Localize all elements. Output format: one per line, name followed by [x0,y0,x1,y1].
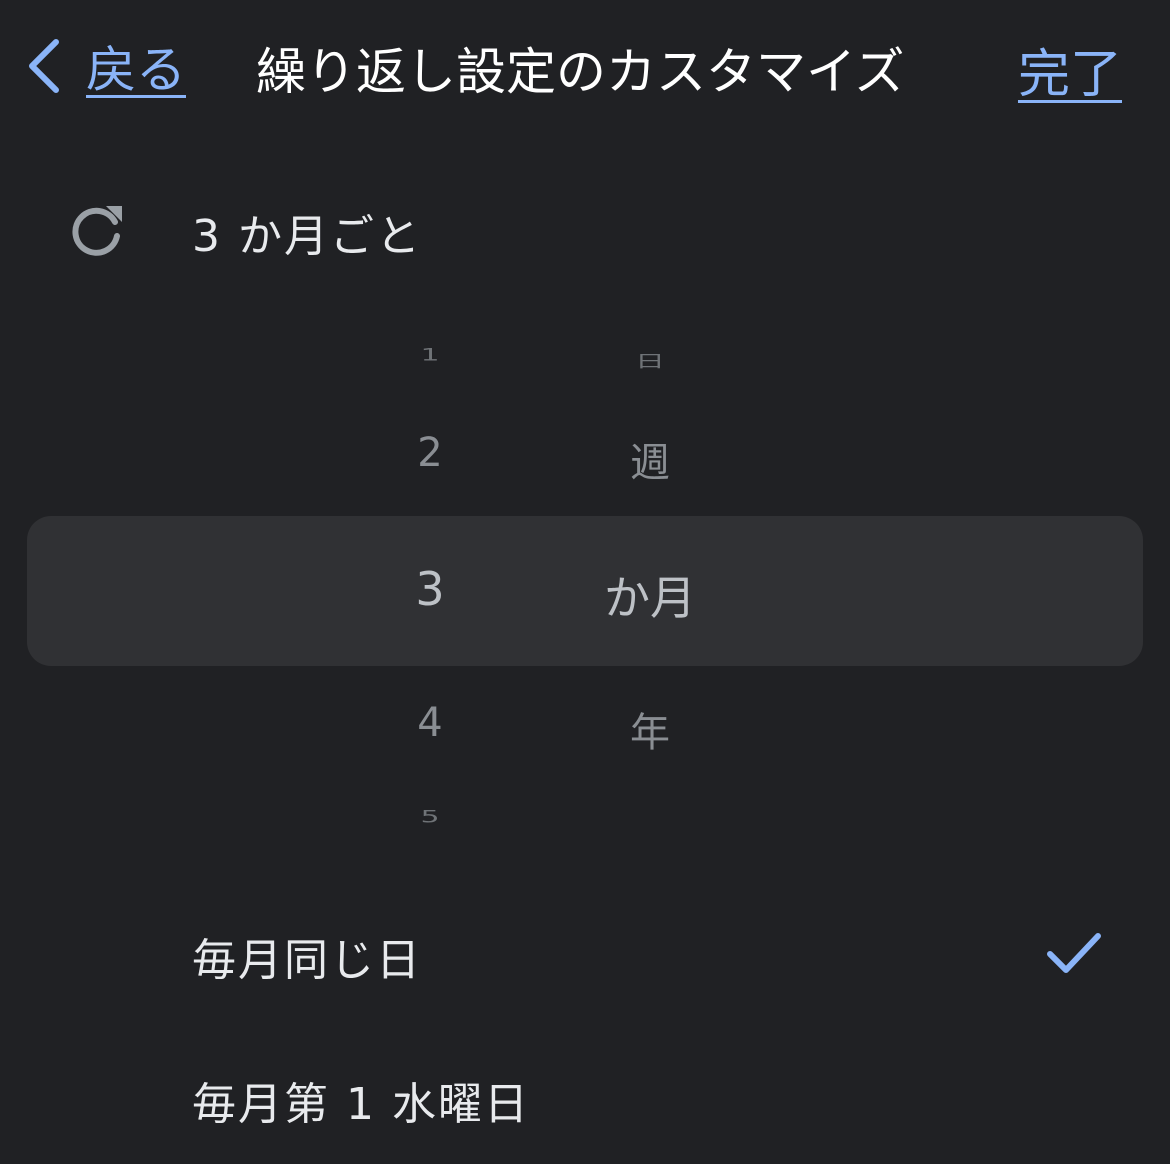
back-label: 戻る [86,41,186,99]
picker-number-item[interactable]: 4 [380,700,480,746]
picker-number-selected[interactable]: 3 [380,562,480,616]
picker-number-item[interactable]: 1 [380,346,480,365]
picker-number-item[interactable]: 5 [380,808,480,827]
back-button[interactable]: 戻る [24,30,186,102]
header-bar: 戻る 繰り返し設定のカスタマイズ 完了 [0,0,1170,140]
picker-unit-item[interactable]: 日 [560,348,740,372]
interval-picker[interactable]: 1 2 3 4 5 日 週 か月 年 [0,320,1170,860]
repeat-summary: 3 か月ごと [0,190,1170,270]
option-same-day-each-month[interactable]: 毎月同じ日 [0,900,1170,1010]
summary-text: 3 か月ごと [192,211,422,262]
option-first-wednesday-each-month[interactable]: 毎月第 1 水曜日 [0,1044,1170,1154]
picker-number-item[interactable]: 2 [380,430,480,476]
chevron-left-icon [29,39,59,93]
picker-unit-item[interactable]: 年 [560,700,740,758]
picker-unit-column[interactable]: 日 週 か月 年 [560,320,740,860]
repeat-icon [72,206,122,256]
picker-number-column[interactable]: 1 2 3 4 5 [380,320,480,860]
picker-unit-selected[interactable]: か月 [560,562,740,628]
option-label: 毎月第 1 水曜日 [192,1079,530,1130]
page-title: 繰り返し設定のカスタマイズ [256,43,905,101]
option-label: 毎月同じ日 [192,935,422,986]
done-button[interactable]: 完了 [1018,32,1122,107]
picker-unit-item[interactable]: 週 [560,430,740,488]
checkmark-icon [1047,933,1101,973]
